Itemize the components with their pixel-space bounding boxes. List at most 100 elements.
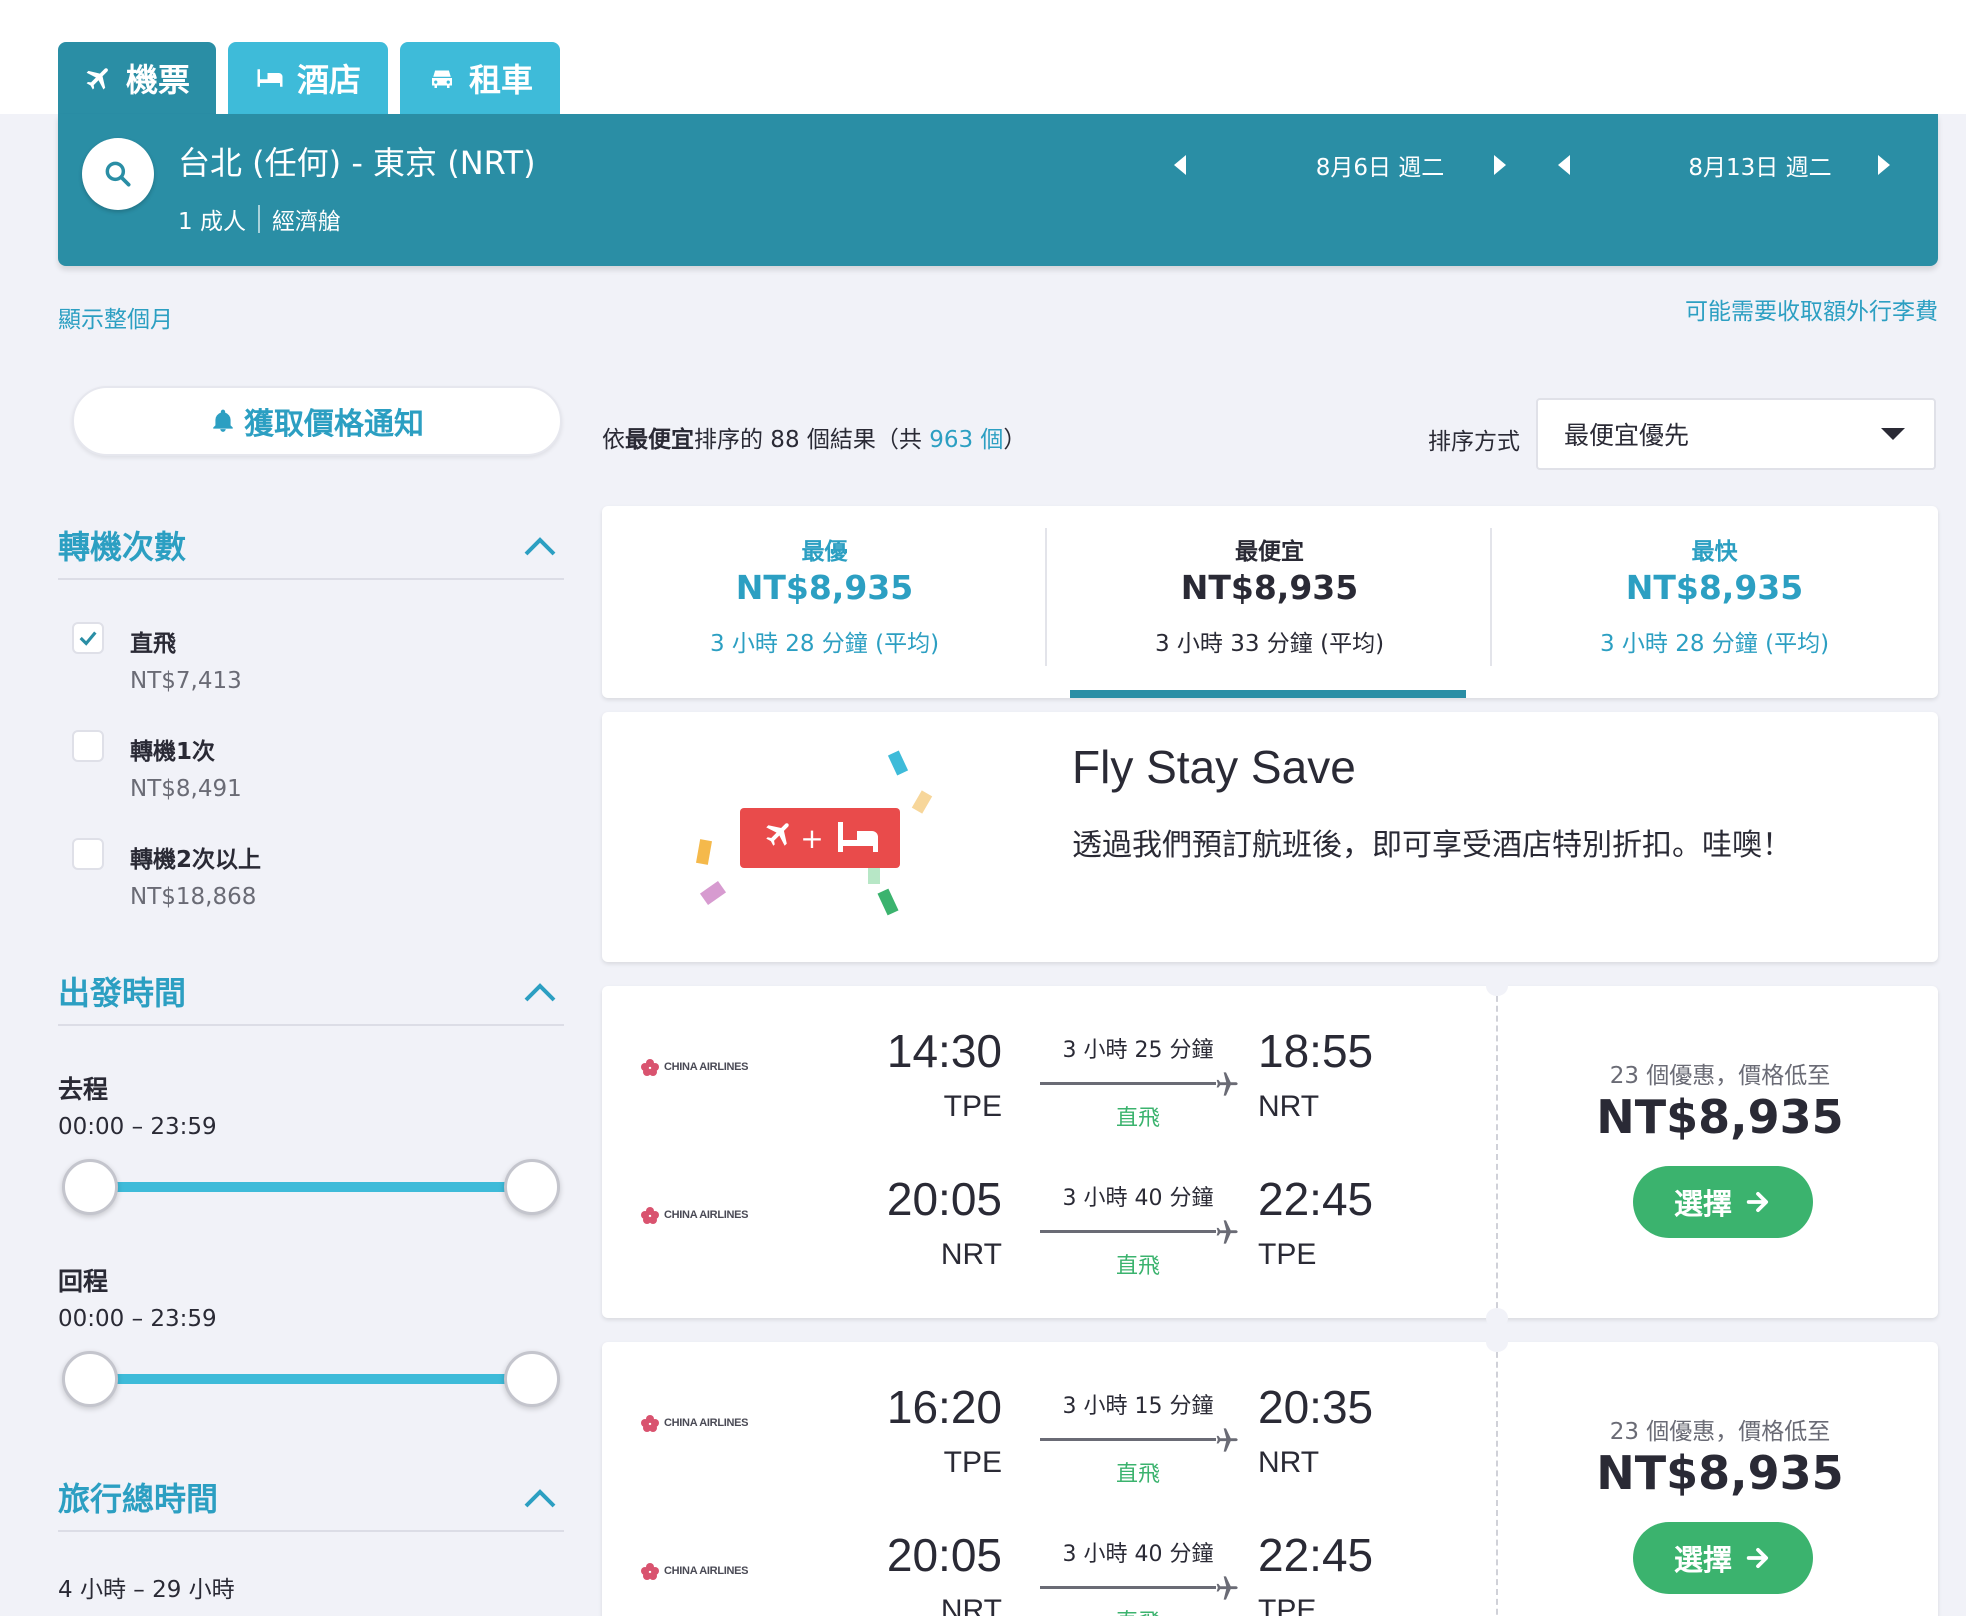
stops-option-label[interactable]: 轉機1次 [130,732,215,766]
stops-option-price: NT$8,491 [130,776,242,802]
depart-date[interactable]: 8月6日 週二 [1230,148,1530,182]
card-notch [1486,1332,1508,1352]
tab-label: 租車 [468,61,533,99]
next-depart-date-icon[interactable] [1492,153,1510,177]
svg-text:+: + [800,822,823,855]
baggage-fee-link[interactable]: 可能需要收取額外行李費 [1685,292,1938,326]
airline-logo: CHINA AIRLINES [640,1052,760,1082]
arrival-airport: TPE [1258,1238,1317,1271]
route-text[interactable]: 台北 (任何) - 東京 (NRT) [178,138,536,184]
summary-title: 最便宜 [1235,539,1304,565]
flight-result-card[interactable]: CHINA AIRLINES 14:30 TPE 3 小時 25 分鐘 直飛 1… [602,976,1938,1328]
flight-result-card[interactable]: CHINA AIRLINES 16:20 TPE 3 小時 15 分鐘 直飛 2… [602,1332,1938,1616]
airline-name: CHINA AIRLINES [664,1565,749,1577]
stops-label: 直飛 [1115,1462,1160,1487]
offers-count: 23 個優惠，價格低至 [1609,1063,1831,1089]
departure-airport: NRT [940,1238,1002,1271]
checkbox-direct[interactable] [72,622,104,654]
airline-logo: CHINA AIRLINES [640,1408,760,1438]
prev-return-date-icon[interactable] [1554,153,1572,177]
route-line [1040,1438,1216,1441]
stops-option-label[interactable]: 轉機2次以上 [130,840,261,874]
result-summary-tabs: 最優 NT$8,935 3 小時 28 分鐘 (平均) 最便宜 NT$8,935… [602,506,1938,698]
summary-cheapest[interactable]: 最便宜 NT$8,935 3 小時 33 分鐘 (平均) [1047,506,1492,698]
tab-flights[interactable]: 機票 [58,42,216,114]
departure-time-filter-title[interactable]: 出發時間 [58,968,186,1014]
depart-date-selector[interactable]: 8月6日 週二 [1170,142,1584,188]
separator [257,205,260,233]
arrival-time: 22:45 [1258,1173,1374,1225]
return-date-selector[interactable]: 8月13日 週二 [1554,142,1966,188]
divider [58,578,564,580]
outbound-slider-track[interactable] [90,1182,530,1192]
return-date[interactable]: 8月13日 週二 [1610,148,1910,182]
plum-blossom-icon [641,1059,659,1076]
return-slider-end-handle[interactable] [504,1351,560,1407]
plane-icon [1216,1428,1238,1452]
summary-best[interactable]: 最優 NT$8,935 3 小時 28 分鐘 (平均) [602,506,1047,698]
summary-duration: 3 小時 28 分鐘 (平均) [1599,631,1830,657]
search-button[interactable] [82,138,154,210]
chevron-up-icon[interactable] [522,534,558,558]
total-time-filter-title[interactable]: 旅行總時間 [58,1474,218,1520]
plum-blossom-icon [641,1415,659,1432]
passenger-cabin[interactable]: 1 成人 經濟艙 [178,202,341,236]
search-summary-bar[interactable]: 台北 (任何) - 東京 (NRT) 1 成人 經濟艙 8月6日 週二 8月13… [58,114,1938,266]
stops-filter-title[interactable]: 轉機次數 [58,522,186,568]
outbound-slider-end-handle[interactable] [504,1159,560,1215]
flight-duration: 3 小時 15 分鐘 [1062,1394,1214,1419]
return-slider-track[interactable] [90,1374,530,1384]
results-middle: 排序的 88 個結果（共 [694,427,930,453]
arrival-time: 20:35 [1258,1381,1374,1433]
bell-icon [213,409,233,432]
next-return-date-icon[interactable] [1876,153,1894,177]
promo-text: 透過我們預訂航班後，即可享受酒店特別折扣。哇噢！ [1072,828,1792,863]
flight-duration: 3 小時 40 分鐘 [1062,1542,1214,1567]
show-whole-month-link[interactable]: 顯示整個月 [58,300,173,334]
chevron-up-icon[interactable] [522,980,558,1004]
tab-cars[interactable]: 租車 [400,42,560,114]
arrow-right-icon [1746,1547,1769,1569]
stops-option-label[interactable]: 直飛 [130,624,176,658]
sort-dropdown[interactable]: 最便宜優先 [1536,398,1936,470]
results-sort-word: 最便宜 [625,427,694,453]
summary-price: NT$8,935 [1180,568,1359,607]
arrival-airport: TPE [1258,1594,1317,1616]
tab-label: 機票 [125,61,190,99]
flight-price: NT$8,935 [1596,1090,1844,1144]
checkbox-one-stop[interactable] [72,730,104,762]
return-slider-start-handle[interactable] [62,1351,118,1407]
sort-selected-value: 最便宜優先 [1564,421,1690,450]
results-total-link[interactable]: 963 個 [929,427,1003,453]
arrival-airport: NRT [1258,1090,1320,1123]
summary-title: 最快 [1691,539,1738,565]
select-flight-button[interactable]: 選擇 [1633,1522,1813,1594]
price-alert-button[interactable]: 獲取價格通知 [72,386,562,456]
airline-logo: CHINA AIRLINES [640,1556,760,1586]
divider [58,1024,564,1026]
fly-stay-save-banner[interactable]: + Fly Stay Save 透過我們預訂航班後，即可享受酒店特別折扣。哇噢！ [602,712,1938,962]
arrow-right-icon [1746,1191,1769,1213]
outbound-slider-start-handle[interactable] [62,1159,118,1215]
summary-price: NT$8,935 [735,568,914,607]
tab-hotels[interactable]: 酒店 [228,42,388,114]
summary-duration: 3 小時 28 分鐘 (平均) [709,631,940,657]
promo-title: Fly Stay Save [1072,741,1356,793]
results-prefix: 依 [602,427,625,453]
summary-fastest[interactable]: 最快 NT$8,935 3 小時 28 分鐘 (平均) [1492,506,1937,698]
divider [1496,986,1498,1318]
card-notch [1486,976,1508,996]
summary-price: NT$8,935 [1625,568,1804,607]
prev-depart-date-icon[interactable] [1170,153,1188,177]
airline-name: CHINA AIRLINES [664,1061,749,1073]
checkbox-two-plus-stops[interactable] [72,838,104,870]
departure-time: 20:05 [886,1529,1002,1581]
airline-name: CHINA AIRLINES [664,1417,749,1429]
arrival-time: 18:55 [1258,1025,1374,1077]
offers-count: 23 個優惠，價格低至 [1609,1419,1831,1445]
outbound-range: 00:00 – 23:59 [58,1114,217,1140]
price-alert-label: 獲取價格通知 [244,407,424,442]
chevron-up-icon[interactable] [522,1486,558,1510]
select-flight-button[interactable]: 選擇 [1633,1166,1813,1238]
outbound-label: 去程 [58,1075,109,1104]
